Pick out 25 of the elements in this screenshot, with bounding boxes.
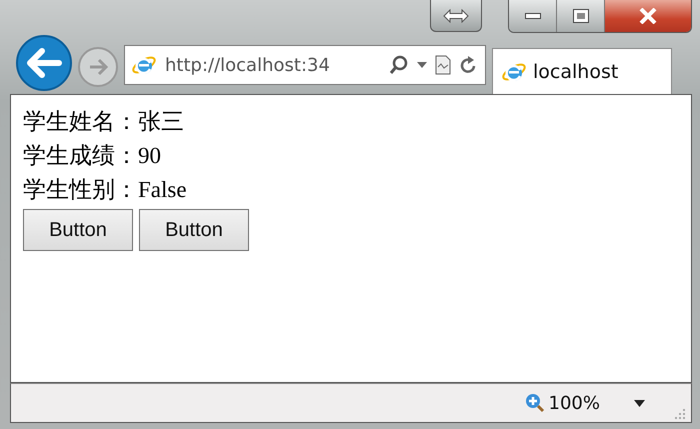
refresh-icon[interactable] bbox=[459, 55, 477, 75]
zoom-level-text[interactable]: 100% bbox=[548, 392, 600, 414]
zoom-icon bbox=[524, 393, 545, 413]
maximize-icon bbox=[572, 9, 588, 23]
close-button[interactable] bbox=[605, 0, 691, 32]
address-bar[interactable]: http://localhost:34 bbox=[124, 45, 486, 85]
info-text: 学生性别：False bbox=[23, 176, 188, 204]
url-text: http://localhost:34 bbox=[165, 54, 331, 76]
resize-grip-icon[interactable] bbox=[675, 409, 685, 419]
left-arrow-icon bbox=[26, 48, 62, 78]
info-text: 学生成绩：90 bbox=[23, 142, 162, 170]
document-icon[interactable] bbox=[435, 55, 451, 75]
double-arrow-icon bbox=[443, 8, 469, 22]
info-text: 学生姓名：张三 bbox=[23, 108, 185, 136]
right-arrow-icon bbox=[87, 58, 109, 76]
minimize-icon bbox=[524, 13, 540, 19]
page-button[interactable]: Button bbox=[23, 209, 133, 251]
close-icon bbox=[639, 8, 657, 24]
minimize-button[interactable] bbox=[509, 0, 557, 32]
maximize-button[interactable] bbox=[557, 0, 605, 32]
search-icon[interactable] bbox=[389, 55, 409, 75]
caret-icon[interactable] bbox=[634, 400, 645, 406]
resize-button[interactable] bbox=[430, 0, 482, 32]
page-button[interactable]: Button bbox=[139, 209, 249, 251]
browser-tab[interactable]: localhost bbox=[492, 48, 672, 94]
